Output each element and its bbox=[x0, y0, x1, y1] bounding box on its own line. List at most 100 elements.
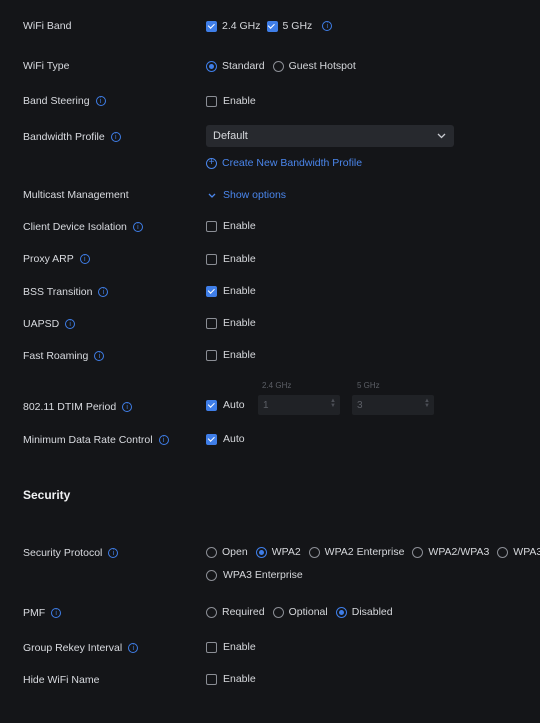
uapsd-checkbox[interactable]: Enable bbox=[206, 317, 256, 329]
bss-transition-checkbox[interactable]: Enable bbox=[206, 285, 256, 297]
fast-roaming-checkbox[interactable]: Enable bbox=[206, 349, 256, 361]
info-icon[interactable]: i bbox=[122, 402, 133, 412]
create-bandwidth-profile-link[interactable]: + Create New Bandwidth Profile bbox=[206, 157, 362, 169]
protocol-wpa3-enterprise-radio[interactable]: WPA3 Enterprise bbox=[206, 569, 303, 581]
checkbox-icon bbox=[206, 641, 217, 653]
option-label: Required bbox=[222, 606, 265, 618]
check-icon bbox=[206, 285, 217, 297]
protocol-wpa2-enterprise-radio[interactable]: WPA2 Enterprise bbox=[308, 546, 405, 558]
checkbox-icon bbox=[206, 673, 217, 685]
enable-label: Enable bbox=[223, 253, 256, 265]
band-5-label: 5 GHz bbox=[282, 20, 313, 32]
check-icon bbox=[206, 20, 217, 32]
dtim-text: 802.11 DTIM Period bbox=[23, 401, 117, 413]
info-icon[interactable]: i bbox=[158, 435, 169, 445]
min-data-rate-auto-checkbox[interactable]: Auto bbox=[206, 433, 245, 445]
option-label: WPA3 bbox=[513, 546, 540, 558]
proxy-arp-text: Proxy ARP bbox=[23, 253, 74, 265]
wifi-type-guest-radio[interactable]: Guest Hotspot bbox=[272, 60, 356, 72]
band-24-checkbox[interactable]: 2.4 GHz bbox=[206, 20, 261, 32]
select-value: Default bbox=[213, 130, 248, 142]
pmf-disabled-radio[interactable]: Disabled bbox=[335, 606, 393, 618]
checkbox-icon bbox=[206, 220, 217, 232]
info-icon[interactable]: i bbox=[95, 96, 106, 106]
chevron-down-icon bbox=[208, 193, 216, 198]
fast-roaming-text: Fast Roaming bbox=[23, 350, 89, 362]
hide-wifi-checkbox[interactable]: Enable bbox=[206, 673, 256, 685]
auto-label: Auto bbox=[223, 399, 245, 411]
radio-icon bbox=[272, 60, 284, 72]
enable-label: Enable bbox=[223, 95, 256, 107]
wifi-type-text: WiFi Type bbox=[23, 60, 70, 72]
enable-label: Enable bbox=[223, 220, 256, 232]
uapsd-label: UAPSD i bbox=[23, 318, 76, 330]
info-icon[interactable]: i bbox=[65, 319, 76, 329]
multicast-label: Multicast Management bbox=[23, 189, 129, 201]
protocol-wpa3-radio[interactable]: WPA3 bbox=[497, 546, 540, 558]
info-icon[interactable]: i bbox=[51, 608, 62, 618]
info-icon[interactable]: i bbox=[94, 351, 105, 361]
dtim-5-label: 5 GHz bbox=[357, 381, 380, 390]
client-isolation-checkbox[interactable]: Enable bbox=[206, 220, 256, 232]
client-isolation-label: Client Device Isolation i bbox=[23, 221, 143, 233]
proxy-arp-checkbox[interactable]: Enable bbox=[206, 253, 256, 265]
info-icon[interactable]: i bbox=[98, 287, 109, 297]
group-rekey-checkbox[interactable]: Enable bbox=[206, 641, 256, 653]
hide-wifi-label: Hide WiFi Name bbox=[23, 674, 99, 686]
info-icon[interactable]: i bbox=[132, 222, 143, 232]
pmf-text: PMF bbox=[23, 607, 46, 619]
info-icon[interactable]: i bbox=[128, 643, 139, 653]
pmf-required-radio[interactable]: Required bbox=[206, 606, 265, 618]
info-icon[interactable]: i bbox=[110, 132, 121, 142]
option-label: Disabled bbox=[351, 606, 393, 618]
radio-icon bbox=[206, 569, 217, 581]
min-data-rate-text: Minimum Data Rate Control bbox=[23, 434, 153, 446]
show-options-link[interactable]: Show options bbox=[208, 189, 286, 201]
client-isolation-text: Client Device Isolation bbox=[23, 221, 127, 233]
option-label: WPA2 Enterprise bbox=[324, 546, 405, 558]
bandwidth-profile-select[interactable]: Default bbox=[206, 125, 454, 147]
protocol-open-radio[interactable]: Open bbox=[206, 546, 248, 558]
enable-label: Enable bbox=[223, 349, 256, 361]
radio-icon bbox=[335, 606, 347, 618]
group-rekey-text: Group Rekey Interval bbox=[23, 642, 123, 654]
pmf-optional-radio[interactable]: Optional bbox=[272, 606, 328, 618]
bss-transition-label: BSS Transition i bbox=[23, 286, 109, 298]
pmf-options: Required Optional Disabled bbox=[206, 606, 393, 618]
security-protocol-options: Open WPA2 WPA2 Enterprise WPA2/WPA3 WPA3 bbox=[206, 546, 540, 558]
dtim-24-value: 1 bbox=[263, 399, 269, 411]
hide-wifi-text: Hide WiFi Name bbox=[23, 674, 100, 686]
create-link-text: Create New Bandwidth Profile bbox=[222, 157, 363, 169]
option-label: WPA3 Enterprise bbox=[223, 569, 303, 581]
band-steering-label: Band Steering i bbox=[23, 95, 106, 107]
info-icon[interactable]: i bbox=[79, 254, 90, 264]
check-icon bbox=[266, 20, 278, 32]
check-icon bbox=[206, 433, 217, 445]
auto-label: Auto bbox=[223, 433, 245, 445]
band-steering-checkbox[interactable]: Enable bbox=[206, 95, 256, 107]
dtim-24-input[interactable]: 1 ▲ ▼ bbox=[258, 395, 340, 415]
radio-icon bbox=[206, 546, 217, 558]
dtim-auto-checkbox[interactable]: Auto bbox=[206, 399, 245, 411]
stepper-icon: ▲ ▼ bbox=[424, 398, 430, 409]
enable-label: Enable bbox=[223, 641, 256, 653]
info-icon[interactable]: i bbox=[108, 548, 119, 558]
info-icon[interactable]: i bbox=[322, 21, 333, 31]
band-5-checkbox[interactable]: 5 GHz bbox=[266, 20, 313, 32]
dtim-5-input[interactable]: 3 ▲ ▼ bbox=[352, 395, 434, 415]
bandwidth-profile-label: Bandwidth Profile i bbox=[23, 131, 121, 143]
radio-icon bbox=[272, 606, 284, 618]
guest-label: Guest Hotspot bbox=[288, 60, 356, 72]
option-label: WPA2 bbox=[271, 546, 301, 558]
dtim-24-label: 2.4 GHz bbox=[262, 381, 292, 390]
radio-icon bbox=[497, 546, 509, 558]
protocol-wpa2-wpa3-radio[interactable]: WPA2/WPA3 bbox=[412, 546, 489, 558]
wifi-band-label: WiFi Band bbox=[23, 20, 71, 32]
option-label: WPA2/WPA3 bbox=[428, 546, 490, 558]
wifi-type-standard-radio[interactable]: Standard bbox=[206, 60, 265, 72]
protocol-wpa2-radio[interactable]: WPA2 bbox=[255, 546, 301, 558]
enable-label: Enable bbox=[223, 285, 256, 297]
radio-icon bbox=[412, 546, 424, 558]
wifi-band-text: WiFi Band bbox=[23, 20, 72, 32]
option-label: Open bbox=[222, 546, 248, 558]
